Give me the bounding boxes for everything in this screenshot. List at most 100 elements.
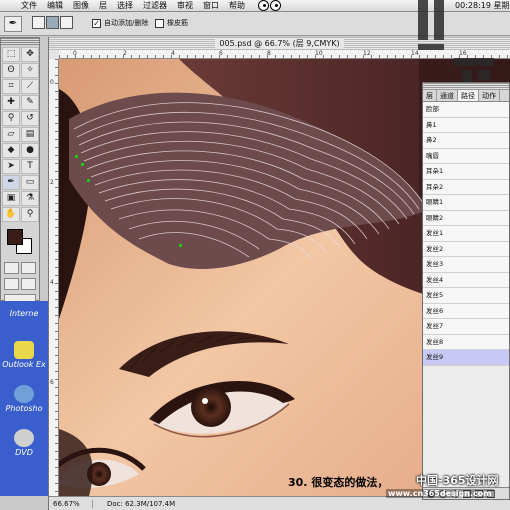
desktop-icon-internet[interactable]: Interne [0,309,48,318]
layer-row-selected[interactable]: 发丝9 [423,350,509,366]
shape-layer-mode-button[interactable] [32,16,45,29]
ruler-mark: 4 [50,279,54,286]
desktop: Interne Outlook Ex Photosho DVD [0,301,48,496]
foreground-color-swatch[interactable] [7,229,23,245]
quick-mask-mode-button[interactable] [21,262,36,274]
layer-row[interactable]: 脸部 [423,102,509,118]
tab-actions[interactable]: 动作 [479,90,500,101]
rubber-band-option[interactable]: 橡皮筋 [155,18,188,28]
zoom-tool-icon[interactable]: ⚲ [21,207,39,222]
paths-mode-button[interactable] [46,16,59,29]
healing-brush-tool-icon[interactable]: ✚ [2,95,20,110]
photoshop-label: Photosho [5,404,43,413]
magic-wand-tool-icon[interactable]: ✧ [21,63,39,78]
layer-row[interactable]: 发丝7 [423,319,509,335]
layer-row[interactable]: 发丝6 [423,303,509,319]
standard-mode-button[interactable] [4,262,19,274]
layer-row[interactable]: 眼睛1 [423,195,509,211]
menu-file[interactable]: 文件 [16,0,42,12]
crop-tool-icon[interactable]: ⌗ [2,79,20,94]
clone-stamp-tool-icon[interactable]: ⚲ [2,111,20,126]
shape-tool-icon[interactable]: ▭ [21,175,39,190]
desktop-icon-photoshop[interactable]: Photosho [0,385,48,413]
ruler-mark: 2 [123,50,127,57]
layer-row[interactable]: 耳朵1 [423,164,509,180]
zoom-level[interactable]: 66.67% [49,499,93,508]
eyes-icon[interactable] [258,0,281,11]
site-name-watermark: 中国-365设计网 [416,474,499,487]
ruler-mark: 12 [363,50,371,57]
ruler-mark: 4 [171,50,175,57]
rubber-band-checkbox[interactable] [155,18,164,28]
pen-tool-icon[interactable]: ✒ [2,175,20,190]
ruler-mark: 0 [73,50,77,57]
ruler-mark: 6 [219,50,223,57]
slice-tool-icon[interactable]: ⟋ [21,79,39,94]
layer-row[interactable]: 耳朵2 [423,179,509,195]
auto-add-delete-option[interactable]: ✓ 自动添加/删除 [92,18,148,28]
ruler-mark: 6 [50,379,54,386]
tab-paths[interactable]: 路径 [458,90,479,101]
lasso-tool-icon[interactable]: ʘ [2,63,20,78]
tab-channels[interactable]: 通道 [437,90,458,101]
eyedropper-tool-icon[interactable]: ⚗ [21,191,39,206]
pen-tool-preset-icon[interactable]: ✒ [4,16,22,32]
site-url-watermark: www.cn365design.com [386,489,494,498]
tutorial-caption: 30. 很变态的做法， [288,476,389,489]
layer-row[interactable]: 发丝2 [423,241,509,257]
menu-view[interactable]: 审视 [172,0,198,12]
toolbox: ⬚ ✥ ʘ ✧ ⌗ ⟋ ✚ ✎ ⚲ ↺ ▱ ▤ ◆ ● ➤ T ✒ ▭ ▣ ⚗ … [0,37,40,306]
layers-palette: 层 通道 路径 动作 脸部 鼻1 鼻2 嘴唇 耳朵1 耳朵2 眼睛1 眼睛2 发… [422,82,510,500]
screen-mode-standard-button[interactable] [4,278,19,290]
photoshop-icon [14,385,34,403]
screen-mode-full-button[interactable] [21,278,36,290]
history-brush-tool-icon[interactable]: ↺ [21,111,39,126]
ruler-mark: 0 [50,79,54,86]
marquee-tool-icon[interactable]: ⬚ [2,47,20,62]
auto-add-delete-checkbox[interactable]: ✓ [92,18,101,28]
ruler-mark: 2 [50,179,54,186]
layer-row[interactable]: 鼻2 [423,133,509,149]
document-title: 005.psd @ 66.7% (层 9,CMYK) [215,39,344,48]
blur-tool-icon[interactable]: ◆ [2,143,20,158]
auto-add-delete-label: 自动添加/删除 [104,19,149,27]
layer-row[interactable]: 鼻1 [423,117,509,133]
menu-help[interactable]: 帮助 [224,0,250,12]
layers-palette-titlebar[interactable] [423,83,509,90]
menu-filter[interactable]: 过滤器 [138,0,172,12]
menu-select[interactable]: 选择 [112,0,138,12]
fill-pixels-mode-button[interactable] [60,16,73,29]
layer-row[interactable]: 眼睛2 [423,210,509,226]
dvd-label: DVD [15,448,33,457]
tab-layers[interactable]: 层 [423,90,437,101]
rubber-band-label: 橡皮筋 [167,19,188,27]
type-tool-icon[interactable]: T [21,159,39,174]
hand-tool-icon[interactable]: ✋ [2,207,20,222]
layer-row[interactable]: 发丝1 [423,226,509,242]
outlook-label: Outlook Ex [2,360,46,369]
notes-tool-icon[interactable]: ▣ [2,191,20,206]
gradient-tool-icon[interactable]: ▤ [21,127,39,142]
dodge-tool-icon[interactable]: ● [21,143,39,158]
menu-layer[interactable]: 层 [94,0,112,12]
move-tool-icon[interactable]: ✥ [21,47,39,62]
layer-row[interactable]: 发丝8 [423,334,509,350]
desktop-icon-outlook[interactable]: Outlook Ex [0,341,48,369]
layer-row[interactable]: 发丝3 [423,257,509,273]
outlook-express-icon [14,341,34,359]
layer-row[interactable]: 嘴唇 [423,148,509,164]
path-select-tool-icon[interactable]: ➤ [2,159,20,174]
brush-tool-icon[interactable]: ✎ [21,95,39,110]
color-swatches [3,227,37,257]
layer-row[interactable]: 发丝5 [423,288,509,304]
menu-edit[interactable]: 编辑 [42,0,68,12]
menu-image[interactable]: 图像 [68,0,94,12]
vertical-ruler[interactable]: 0 2 4 6 [49,59,59,496]
toolbox-titlebar[interactable] [1,38,39,45]
eraser-tool-icon[interactable]: ▱ [2,127,20,142]
desktop-icon-dvd[interactable]: DVD [0,429,48,457]
layer-row[interactable]: 发丝4 [423,272,509,288]
dvd-disc-icon [14,429,34,447]
menu-window[interactable]: 窗口 [198,0,224,12]
document-size[interactable]: Doc: 62.3M/107.4M [93,500,175,508]
